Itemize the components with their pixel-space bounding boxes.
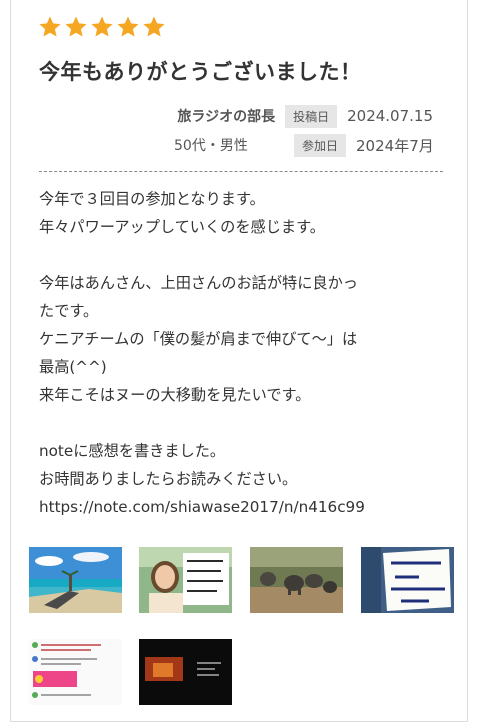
star-icon	[91, 16, 113, 37]
joined-label: 参加日	[294, 133, 347, 157]
elephants-photo-icon	[250, 547, 343, 613]
author-name: 旅ラジオの部長	[177, 109, 276, 125]
photo-thumbnail-2[interactable]	[139, 547, 232, 613]
handwritten-message-photo-icon	[361, 547, 454, 613]
posted-row: 旅ラジオの部長 投稿日 2024.07.15	[177, 104, 433, 128]
photo-thumbnail-6[interactable]	[139, 639, 232, 705]
divider	[39, 171, 443, 172]
photo-thumbnail-4[interactable]	[361, 547, 454, 613]
photo-thumbnail-5[interactable]	[29, 639, 122, 705]
body-line: 最高(^^)	[39, 358, 107, 376]
video-screenshot-photo-icon	[139, 639, 232, 705]
body-line: ケニアチームの「僕の髪が肩まで伸びて〜」は	[39, 330, 358, 348]
review-card: 今年もありがとうございました！ 旅ラジオの部長 投稿日 2024.07.15 5…	[10, 0, 468, 722]
body-blank-line	[39, 241, 451, 269]
woman-handwritten-sign-photo-icon	[139, 547, 232, 613]
joined-date: 2024年7月	[356, 136, 434, 155]
review-title: 今年もありがとうございました！	[39, 60, 362, 84]
star-icon	[143, 16, 165, 37]
posted-label: 投稿日	[285, 104, 338, 128]
body-line: お時間ありましたらお読みください。	[39, 470, 298, 488]
rating-stars	[38, 15, 166, 41]
review-body: 今年で３回目の参加となります。 年々パワーアップしていくのを感じます。 今年はあ…	[39, 185, 451, 521]
photo-thumbnail-3[interactable]	[250, 547, 343, 613]
joined-row: 50代・男性 参加日 2024年7月	[174, 133, 434, 157]
body-line: 今年はあんさん、上田さんのお話が特に良かっ	[39, 274, 358, 292]
body-line: 来年こそはヌーの大移動を見たいです。	[39, 386, 311, 404]
star-icon	[117, 16, 139, 37]
body-line: たです。	[39, 302, 99, 320]
chat-screenshot-photo-icon	[29, 639, 122, 705]
body-line: noteに感想を書きました。	[39, 442, 226, 460]
body-line: 年々パワーアップしていくのを感じます。	[39, 218, 325, 236]
photo-thumbnail-1[interactable]	[29, 547, 122, 613]
age-gender: 50代・男性	[174, 138, 248, 154]
body-blank-line	[39, 409, 451, 437]
star-icon	[39, 16, 61, 37]
star-icon	[65, 16, 87, 37]
beach-photo-icon	[29, 547, 122, 613]
posted-date: 2024.07.15	[347, 107, 433, 125]
body-line: 今年で３回目の参加となります。	[39, 190, 265, 208]
note-link[interactable]: https://note.com/shiawase2017/n/n416c99	[39, 493, 451, 521]
